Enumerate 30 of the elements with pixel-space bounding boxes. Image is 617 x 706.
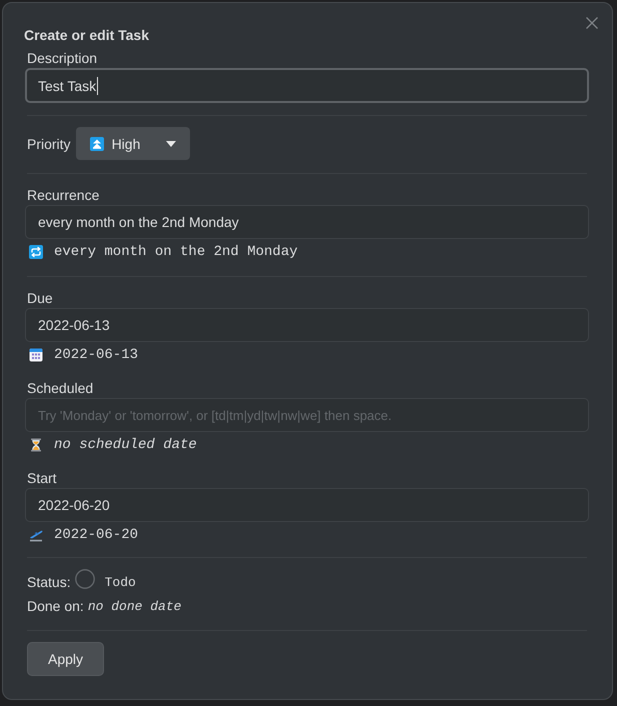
dialog-title: Create or edit Task (24, 26, 150, 44)
repeat-icon (29, 245, 43, 259)
hourglass-icon (29, 438, 43, 452)
close-icon[interactable] (586, 17, 598, 29)
calendar-icon (29, 348, 43, 362)
status-value: Todo (104, 574, 136, 590)
recurrence-preview: every month on the 2nd Monday (54, 244, 298, 260)
field-label: Due (26, 289, 54, 307)
date-preview: no scheduled date (54, 437, 197, 453)
date-field[interactable]: 2022-06-13 (25, 308, 589, 342)
priority-dropdown[interactable]: High (76, 127, 190, 160)
status-checkbox[interactable] (74, 569, 95, 589)
done-on-label: Done on: (27, 598, 84, 614)
date-preview: 2022-06-13 (54, 347, 138, 363)
apply-button[interactable]: Apply (27, 642, 104, 676)
field-label: Description (26, 49, 98, 67)
priority-label: Priority (27, 136, 71, 152)
caret-icon (166, 140, 176, 146)
field-label: Start (26, 469, 58, 487)
recurrence-field[interactable]: every month on the 2nd Monday (25, 205, 589, 239)
done-on-value: no done date (88, 598, 182, 614)
text-cursor (97, 76, 98, 94)
date-field[interactable]: Try 'Monday' or 'tomorrow', or [td|tm|yd|tw|nw|we] then space. (25, 398, 589, 432)
date-field[interactable]: 2022-06-20 (25, 488, 589, 522)
status-label: Status: (27, 574, 71, 590)
airplane-icon (29, 528, 43, 542)
description-field[interactable]: Test Task (25, 68, 589, 103)
field-label: Recurrence (26, 186, 100, 204)
field-label: Scheduled (26, 379, 94, 397)
date-preview: 2022-06-20 (54, 527, 138, 543)
